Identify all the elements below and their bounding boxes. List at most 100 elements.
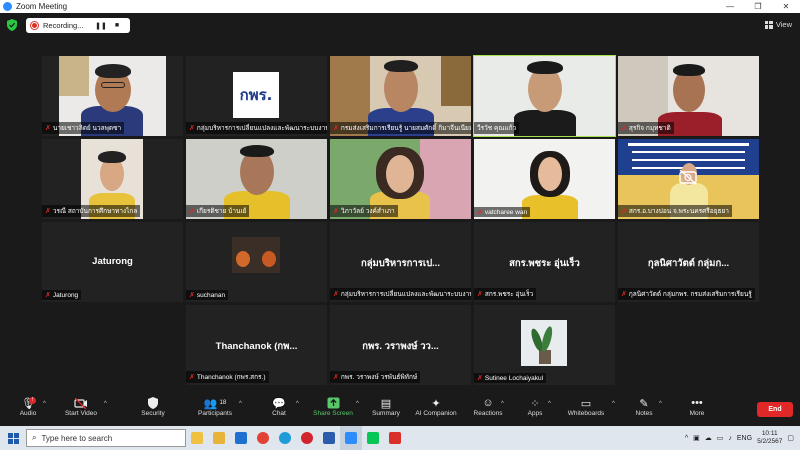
end-meeting-button[interactable]: End xyxy=(757,402,793,417)
participant-tile[interactable]: กพร. ✗ กลุ่มบริหารการเปลี่ยนแปลงและพัฒนาร… xyxy=(186,56,327,136)
share-screen-button[interactable]: Share Screen xyxy=(311,396,355,417)
notifications-icon[interactable]: ▢ xyxy=(787,434,794,442)
start-button[interactable] xyxy=(0,426,26,450)
participant-tile[interactable]: Jaturong ✗ Jaturong xyxy=(42,222,183,302)
minimize-button[interactable]: — xyxy=(716,0,744,13)
participant-tile[interactable]: สกร.พชระ อุ่นเร็ว ✗ สกร.พชระ อุ่นเร็ว xyxy=(474,222,615,302)
participant-tile[interactable]: กพร. วราพงษ์ วว... ✗ กพร. วราพงษ์ วรพันธ์… xyxy=(330,305,471,385)
volume-icon[interactable]: ♪ xyxy=(728,435,732,442)
participant-tile[interactable]: ✗ suchanan xyxy=(186,222,327,302)
opera-icon[interactable] xyxy=(296,426,318,450)
summary-icon: ▤ xyxy=(380,397,392,410)
audio-button[interactable]: 🎙 Audio xyxy=(14,396,42,418)
audio-options-caret[interactable]: ^ xyxy=(43,401,46,407)
participant-tile[interactable]: ✗ วรณี สถาบันการศึกษาทางไกล xyxy=(42,139,183,219)
participant-tile[interactable]: กลุ่มบริหารการเป... ✗ กลุ่มบริหารการเปลี่… xyxy=(330,222,471,302)
video-options-caret[interactable]: ^ xyxy=(104,401,107,407)
zoom-taskbar-icon[interactable] xyxy=(340,426,362,450)
system-tray: ^ ▣ ☁ ▭ ♪ ENG 10:11 5/2/2567 ▢ xyxy=(685,426,800,450)
task-view-button[interactable] xyxy=(186,426,208,450)
apps-icon: ⁘ xyxy=(530,397,540,410)
participant-tile[interactable]: ✗ นายเชาวลิตย์ นวลพุดซา xyxy=(42,56,183,136)
participants-options-caret[interactable]: ^ xyxy=(239,401,242,407)
chat-button[interactable]: 💬 Chat xyxy=(265,396,293,418)
ai-companion-button[interactable]: ✦ AI Companion xyxy=(412,396,460,418)
encryption-shield-icon[interactable] xyxy=(7,19,17,31)
notes-button[interactable]: ✎ Notes xyxy=(632,396,656,418)
grid-view-icon xyxy=(764,20,773,29)
participant-tile[interactable]: ✗ สุรกิจ กมุทชาติ xyxy=(618,56,759,136)
word-icon[interactable] xyxy=(318,426,340,450)
chat-options-caret[interactable]: ^ xyxy=(296,401,299,407)
mic-muted-icon: ✗ xyxy=(477,291,483,298)
share-options-caret[interactable]: ^ xyxy=(356,401,359,407)
participant-tile-active-speaker[interactable]: วีรวัช คุณแก้ว xyxy=(473,55,616,137)
window-titlebar: Zoom Meeting — ❐ ✕ xyxy=(0,0,800,13)
search-icon: ⌕ xyxy=(32,433,37,442)
apps-options-caret[interactable]: ^ xyxy=(548,401,551,407)
participants-button[interactable]: 👥 18 Participants xyxy=(193,396,237,418)
cloud-icon[interactable]: ☁ xyxy=(705,434,712,442)
line-icon[interactable] xyxy=(362,426,384,450)
participant-tile[interactable]: ✗ Sutinee Lochaiyakul xyxy=(474,305,615,385)
zoom-app-icon xyxy=(3,2,12,11)
mail-icon[interactable] xyxy=(230,426,252,450)
participant-tile[interactable]: ✗ สกร.อ.บางบ่อน จ.พระนครศรีอยุธยา xyxy=(618,139,759,219)
close-button[interactable]: ✕ xyxy=(772,0,800,13)
participant-caption: ✗ สุรกิจ กมุทชาติ xyxy=(618,122,674,134)
mic-muted-icon: ✗ xyxy=(621,208,627,215)
reactions-options-caret[interactable]: ^ xyxy=(501,401,504,407)
tray-expand-icon[interactable]: ^ xyxy=(685,435,688,442)
notes-options-caret[interactable]: ^ xyxy=(659,401,662,407)
clock[interactable]: 10:11 5/2/2567 xyxy=(757,430,782,446)
participant-caption: วีรวัช คุณแก้ว xyxy=(474,122,520,134)
participant-tile[interactable]: Thanchanok (กพ... ✗ Thanchanok (กพร.สกร.) xyxy=(186,305,327,385)
summary-button[interactable]: ▤ Summary xyxy=(368,396,404,418)
chrome-icon[interactable] xyxy=(252,426,274,450)
edge-icon[interactable] xyxy=(274,426,296,450)
recording-indicator: Recording... ❚❚ ■ xyxy=(26,18,130,33)
participant-caption: ✗ Thanchanok (กพร.สกร.) xyxy=(186,371,269,383)
file-explorer-icon[interactable] xyxy=(208,426,230,450)
taskbar-search-input[interactable]: ⌕ Type here to search xyxy=(26,429,186,447)
whiteboards-button[interactable]: ▭ Whiteboards xyxy=(564,396,608,418)
view-button[interactable]: View xyxy=(764,20,792,29)
participant-name: กพร. วราพงษ์ วว... xyxy=(362,341,439,352)
whiteboards-options-caret[interactable]: ^ xyxy=(612,401,615,407)
participant-caption: ✗ suchanan xyxy=(186,290,229,300)
camera-off-icon xyxy=(679,169,697,185)
stop-recording-button[interactable]: ■ xyxy=(109,22,125,29)
participant-tile[interactable]: ✗ วิภาวัลย์ วงค์สำเภา xyxy=(330,139,471,219)
share-screen-icon xyxy=(311,396,355,410)
reactions-button[interactable]: ☺ Reactions xyxy=(471,396,505,417)
tray-apps-icon[interactable]: ▣ xyxy=(693,434,700,442)
mic-muted-icon: ✗ xyxy=(45,208,51,215)
language-indicator[interactable]: ENG xyxy=(737,435,752,442)
network-icon[interactable]: ▭ xyxy=(717,434,724,442)
participants-count: 18 xyxy=(219,400,227,406)
mic-muted-icon: ✗ xyxy=(333,208,339,215)
participant-tile[interactable]: ✗ vatcharee wan xyxy=(474,139,615,219)
mic-muted-icon: ✗ xyxy=(333,291,339,298)
participant-caption: ✗ Jaturong xyxy=(42,290,82,300)
pdf-icon[interactable] xyxy=(384,426,406,450)
clock-time: 10:11 xyxy=(761,430,778,437)
participant-tile[interactable]: ✗ กรมส่งเสริมการเรียนรู้ นายสมศักดิ์ กิมา… xyxy=(330,56,471,136)
participant-name: Jaturong xyxy=(92,256,133,267)
start-video-button[interactable]: Start Video xyxy=(60,396,102,417)
more-button[interactable]: ••• More xyxy=(685,396,709,417)
security-button[interactable]: Security xyxy=(136,396,170,417)
participant-tile[interactable]: ✗ เกียรติชาย บ้านเย้ xyxy=(186,139,327,219)
apps-button[interactable]: ⁘ Apps xyxy=(523,396,547,418)
mic-muted-icon: ✗ xyxy=(189,208,195,215)
recording-dot-icon xyxy=(31,22,38,29)
participant-tile[interactable]: กุลนิศาวัตต์ กลุ่มก... ✗ กุลนิศาวัตต์ กลุ… xyxy=(618,222,759,302)
view-label: View xyxy=(775,20,792,29)
notes-icon: ✎ xyxy=(639,397,649,410)
participants-icon: 👥 18 xyxy=(203,397,227,410)
mic-muted-icon: ✗ xyxy=(189,125,195,132)
maximize-button[interactable]: ❐ xyxy=(744,0,772,13)
pause-recording-button[interactable]: ❚❚ xyxy=(93,22,109,30)
windows-taskbar: ⌕ Type here to search ^ ▣ ☁ ▭ ♪ ENG 10:1… xyxy=(0,426,800,450)
meeting-toolbar: 🎙 Audio ! ^ Start Video ^ Security 👥 18 P… xyxy=(0,393,800,426)
